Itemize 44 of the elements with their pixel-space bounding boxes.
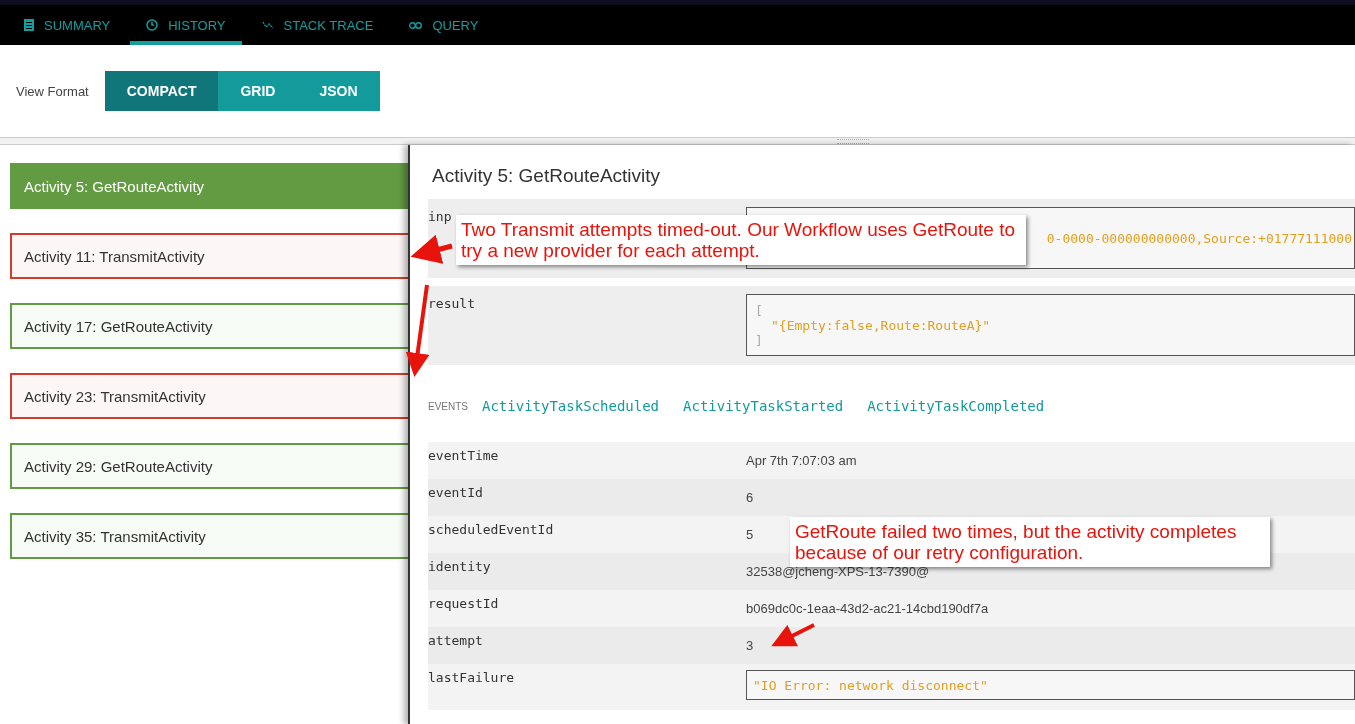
events-label: EVENTS bbox=[428, 400, 468, 412]
json-value-box: [ "{Empty:false,Route:RouteA}" ] bbox=[746, 294, 1355, 356]
nav-tab[interactable]: SUMMARY bbox=[8, 5, 127, 45]
field-value: 5 bbox=[746, 527, 754, 542]
json-value-box: "IO Error: network disconnect" bbox=[746, 670, 1355, 700]
activity-item[interactable]: Activity 35: TransmitActivity bbox=[10, 513, 408, 559]
annotation-arrow bbox=[771, 623, 815, 647]
view-format-option[interactable]: COMPACT bbox=[104, 71, 219, 111]
field-key: requestId bbox=[428, 596, 499, 611]
view-format-option[interactable]: JSON bbox=[297, 71, 380, 111]
event-link[interactable]: ActivityTaskScheduled bbox=[482, 398, 660, 414]
nav-tab[interactable]: HISTORY bbox=[130, 5, 242, 45]
view-format-label: View Format bbox=[16, 83, 89, 99]
field-key: scheduledEventId bbox=[428, 522, 554, 537]
field-value: 32538@jcheng-XPS-13-7390@ bbox=[746, 564, 930, 579]
activity-item[interactable]: Activity 23: TransmitActivity bbox=[10, 373, 408, 419]
annotation-callout: GetRoute failed two times, but the activity completes because of our retry configuration. bbox=[790, 517, 1270, 567]
field-value: 6 bbox=[746, 490, 754, 505]
field-key: eventTime bbox=[428, 448, 499, 463]
activity-item[interactable]: Activity 17: GetRouteActivity bbox=[10, 303, 408, 349]
field-value: 3 bbox=[746, 638, 754, 653]
field-key: lastFailure bbox=[428, 670, 515, 685]
clock-icon bbox=[146, 19, 159, 31]
field-key: attempt bbox=[428, 633, 483, 648]
field-key: result bbox=[428, 294, 475, 311]
annotation-arrow bbox=[410, 234, 453, 264]
activity-item[interactable]: Activity 5: GetRouteActivity bbox=[10, 163, 408, 209]
annotation-callout: Two Transmit attempts timed-out. Our Workflow uses GetRoute to try a new provider for each attempt. bbox=[456, 215, 1026, 265]
field-value: Apr 7th 7:07:03 am bbox=[746, 453, 857, 468]
trace-icon bbox=[261, 20, 274, 30]
view-format-option[interactable]: GRID bbox=[218, 71, 298, 111]
activity-item[interactable]: Activity 11: TransmitActivity bbox=[10, 233, 408, 279]
document-icon bbox=[24, 19, 34, 31]
field-value: b069dc0c-1eaa-43d2-ac21-14cbd190df7a bbox=[746, 601, 989, 616]
nav-tab[interactable]: QUERY bbox=[393, 5, 495, 45]
activity-item[interactable]: Activity 29: GetRouteActivity bbox=[10, 443, 408, 489]
field-key: eventId bbox=[428, 485, 483, 500]
field-key: inp bbox=[428, 207, 452, 224]
nav-tab[interactable]: STACK TRACE bbox=[245, 5, 390, 45]
event-link[interactable]: ActivityTaskCompleted bbox=[867, 398, 1045, 414]
binoculars-icon bbox=[409, 21, 423, 29]
detail-title: Activity 5: GetRouteActivity bbox=[432, 165, 662, 187]
event-link[interactable]: ActivityTaskStarted bbox=[683, 398, 844, 414]
field-key: identity bbox=[428, 559, 491, 574]
